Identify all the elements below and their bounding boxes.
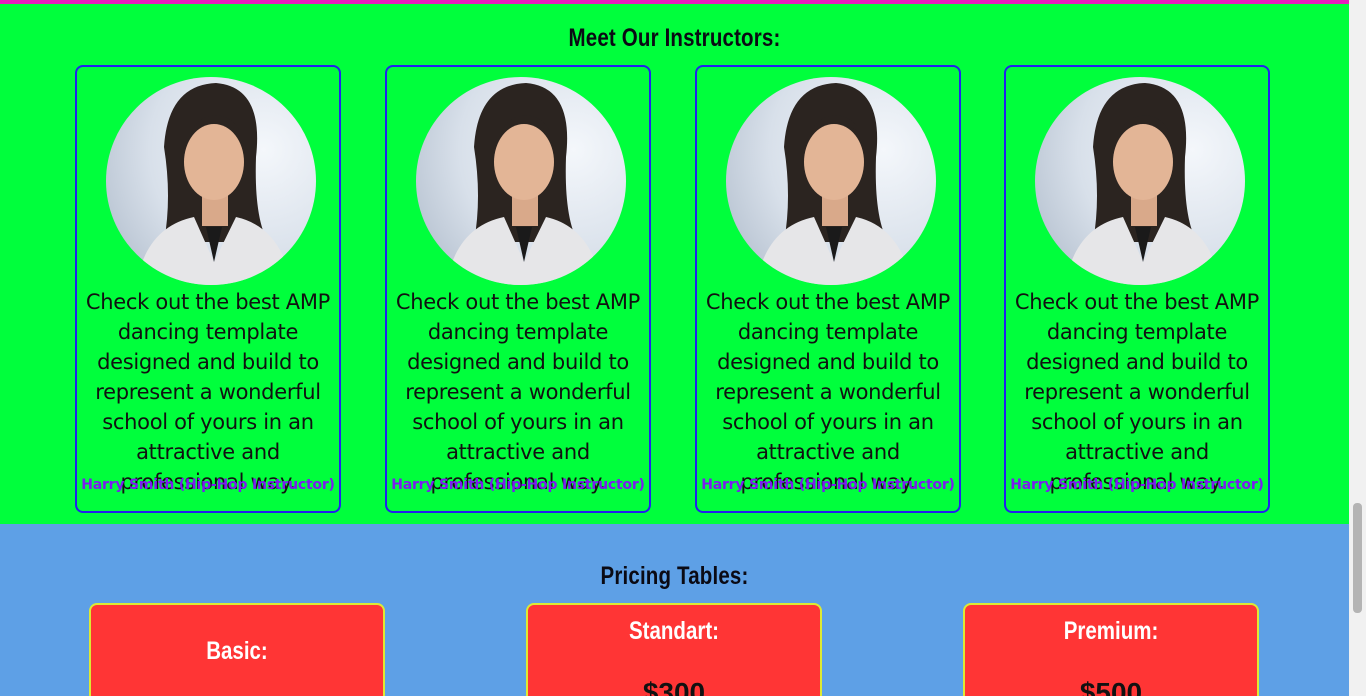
vertical-scrollbar[interactable] bbox=[1349, 0, 1366, 696]
plan-price: $300 bbox=[642, 677, 706, 696]
pricing-card-premium: Premium: $500 bbox=[963, 603, 1259, 696]
instructors-section: Meet Our Instructors: Check out the best… bbox=[0, 4, 1349, 524]
instructor-description: Check out the best AMP dancing template … bbox=[85, 290, 331, 494]
instructor-card: Check out the best AMP dancing template … bbox=[695, 65, 961, 513]
instructor-name: Harry Smith (Hip-Hop Instructor) bbox=[81, 477, 335, 493]
instructor-description: Check out the best AMP dancing template … bbox=[1014, 290, 1260, 494]
plan-name: Standart: bbox=[629, 617, 719, 645]
plan-name: Premium: bbox=[1063, 617, 1159, 645]
instructor-name: Harry Smith (Hip-Hop Instructor) bbox=[701, 477, 955, 493]
instructor-name: Harry Smith (Hip-Hop Instructor) bbox=[1010, 477, 1264, 493]
instructor-photo bbox=[416, 77, 626, 285]
instructor-name: Harry Smith (Hip-Hop Instructor) bbox=[391, 477, 645, 493]
plan-name: Basic: bbox=[206, 637, 268, 665]
plan-price: $500 bbox=[1079, 677, 1143, 696]
instructor-card: Check out the best AMP dancing template … bbox=[75, 65, 341, 513]
instructor-card: Check out the best AMP dancing template … bbox=[1004, 65, 1270, 513]
pricing-title: Pricing Tables: bbox=[600, 562, 749, 590]
instructor-description: Check out the best AMP dancing template … bbox=[395, 290, 641, 494]
instructor-description: Check out the best AMP dancing template … bbox=[705, 290, 951, 494]
instructor-photo bbox=[106, 77, 316, 285]
instructor-card: Check out the best AMP dancing template … bbox=[385, 65, 651, 513]
instructor-photo bbox=[726, 77, 936, 285]
page: Meet Our Instructors: Check out the best… bbox=[0, 0, 1349, 696]
instructor-photo bbox=[1035, 77, 1245, 285]
instructors-title: Meet Our Instructors: bbox=[568, 24, 781, 52]
pricing-card-basic: Basic: bbox=[89, 603, 385, 696]
scrollbar-thumb[interactable] bbox=[1353, 503, 1362, 613]
pricing-card-standard: Standart: $300 bbox=[526, 603, 822, 696]
pricing-section: Pricing Tables: Basic: Standart: $300 Pr… bbox=[0, 524, 1349, 696]
